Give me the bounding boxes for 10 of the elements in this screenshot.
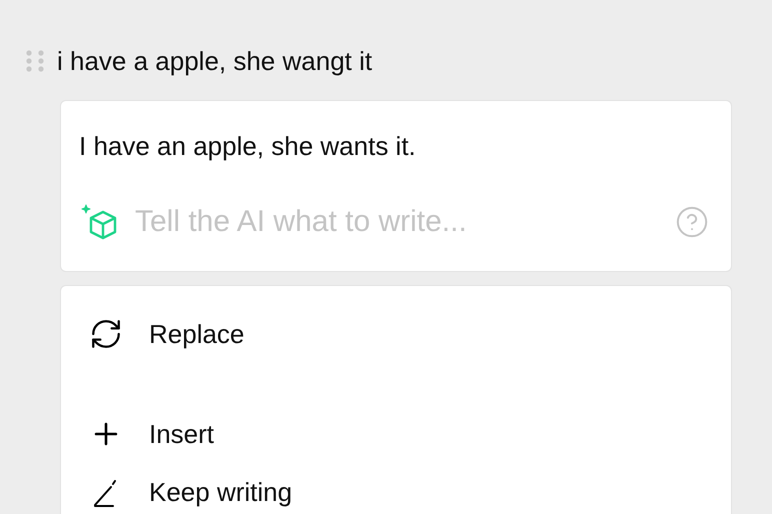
sparkle-cube-icon	[79, 202, 119, 242]
suggestion-text: I have an apple, she wants it.	[79, 130, 417, 163]
help-icon[interactable]	[675, 204, 709, 238]
menu-item[interactable]: Replace	[89, 314, 731, 354]
menu-item[interactable]: Keep writing	[89, 474, 731, 510]
menu-item[interactable]: Insert	[89, 394, 731, 474]
block-text: i have a apple, she wangt it	[57, 45, 372, 78]
refresh-icon	[89, 317, 123, 351]
prompt-input[interactable]: Tell the AI what to write...	[135, 199, 675, 244]
drag-handle-icon[interactable]	[25, 49, 45, 73]
